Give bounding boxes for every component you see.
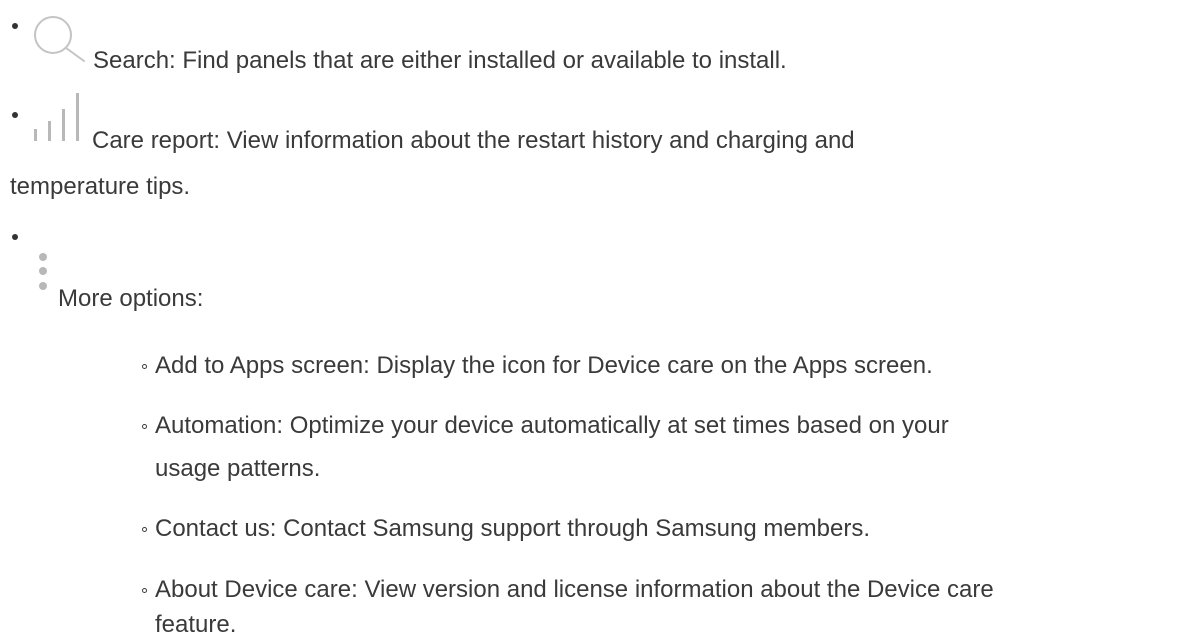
sub-item-text-line1: About Device care: View version and lice…: [155, 576, 994, 603]
search-description: Search: Find panels that are either inst…: [93, 47, 787, 74]
bullet: [12, 23, 18, 29]
bullet: [12, 112, 18, 118]
sub-item-text-line2: usage patterns.: [155, 455, 321, 482]
care-report-description-line1: Care report: View information about the …: [92, 127, 855, 154]
sub-bullet: [142, 424, 147, 429]
search-icon: [32, 14, 92, 71]
more-options-icon: [36, 250, 50, 305]
sub-item-text-line1: Automation: Optimize your device automat…: [155, 412, 949, 439]
more-options-label: More options:: [58, 285, 204, 312]
sub-item-text: Add to Apps screen: Display the icon for…: [155, 352, 933, 379]
sub-bullet: [142, 527, 147, 532]
feature-list: Search: Find panels that are either inst…: [0, 0, 1193, 639]
bar-chart-icon: [34, 93, 94, 150]
sub-item-text: Contact us: Contact Samsung support thro…: [155, 515, 871, 542]
sub-bullet: [142, 364, 147, 369]
sub-bullet: [142, 588, 147, 593]
care-report-description-line2: temperature tips.: [10, 173, 191, 200]
sub-item-text-line2: feature.: [155, 611, 237, 638]
bullet: [12, 234, 18, 240]
